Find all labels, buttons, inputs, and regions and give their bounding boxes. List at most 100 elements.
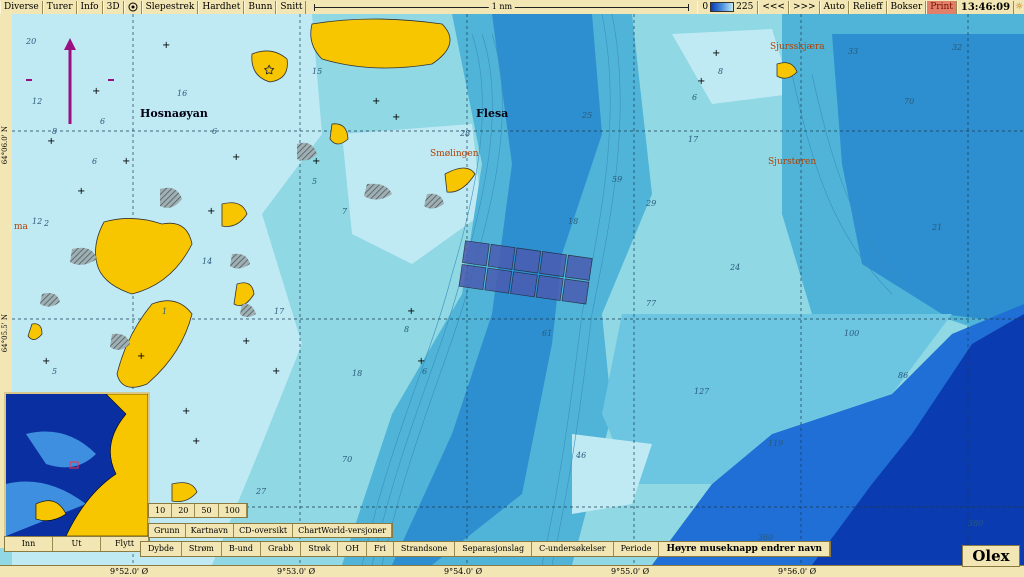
svg-text:+: +: [207, 206, 215, 217]
layer-c-undersokelser[interactable]: C-undersøkelser: [532, 542, 614, 556]
layer-dybde[interactable]: Dybde: [141, 542, 182, 556]
scale-bar: 1 nm: [312, 0, 691, 14]
menu-info[interactable]: Info: [76, 0, 103, 14]
depth-scale[interactable]: 0 225: [697, 0, 759, 14]
overview-map[interactable]: [4, 392, 150, 538]
svg-text:+: +: [417, 356, 425, 367]
layer-separasjonslag[interactable]: Separasjonslag: [455, 542, 533, 556]
sounding: 17: [688, 135, 699, 144]
sounding: 18: [352, 369, 362, 378]
zoom-in-button[interactable]: Inn: [5, 537, 53, 551]
svg-text:+: +: [392, 112, 400, 123]
relieff-button[interactable]: Relieff: [848, 0, 887, 14]
layer-grabb[interactable]: Grabb: [261, 542, 302, 556]
sounding: 8: [52, 127, 57, 136]
sounding: 14: [202, 257, 212, 266]
sounding: 70: [904, 97, 914, 106]
layer-strandsone[interactable]: Strandsone: [394, 542, 456, 556]
lon-label: 9°56.0' Ø: [778, 567, 817, 576]
star-marker-icon: ✩: [264, 63, 274, 77]
layer-cd-oversikt[interactable]: CD-oversikt: [234, 524, 294, 537]
lat-label: 64°06.0' N: [1, 126, 9, 165]
sounding: 29: [645, 199, 656, 208]
sounding: 12: [32, 217, 42, 226]
svg-text:+: +: [712, 48, 720, 59]
forward-button[interactable]: >>>: [788, 0, 820, 14]
scale-50-button[interactable]: 50: [195, 504, 219, 517]
svg-text:+: +: [192, 436, 200, 447]
tool-hardhet[interactable]: Hardhet: [198, 0, 245, 14]
bokser-button[interactable]: Bokser: [886, 0, 927, 14]
place-label: ma: [14, 222, 28, 232]
region-label: Flesa: [476, 107, 509, 120]
lon-label: 9°54.0' Ø: [444, 567, 483, 576]
layer-strom[interactable]: Strøm: [182, 542, 222, 556]
sounding: 100: [844, 329, 859, 338]
clock: 13:46:09: [956, 0, 1015, 14]
sounding: 8: [718, 67, 723, 76]
layer-b-und[interactable]: B-und: [222, 542, 261, 556]
svg-text:+: +: [42, 356, 50, 367]
back-button[interactable]: <<<: [758, 0, 789, 14]
place-label: Sjurstøren: [768, 157, 817, 167]
depth-gradient: [710, 2, 735, 12]
layer-chartworld[interactable]: ChartWorld-versjoner: [293, 524, 393, 537]
layer-bar-2: Dybde Strøm B-und Grabb Strøk OH Fri Str…: [140, 541, 832, 557]
auto-button[interactable]: Auto: [819, 0, 849, 14]
sun-icon[interactable]: ☼: [1014, 2, 1024, 12]
layer-fri[interactable]: Fri: [367, 542, 394, 556]
layer-bar-1: Grunn Kartnavn CD-oversikt ChartWorld-ve…: [148, 523, 394, 538]
hint-text: Høyre museknapp endrer navn: [659, 542, 831, 556]
scale-10-button[interactable]: 10: [149, 504, 173, 517]
longitude-ruler: 9°52.0' Ø 9°53.0' Ø 9°54.0' Ø 9°55.0' Ø …: [0, 565, 1024, 577]
svg-text:+: +: [77, 186, 85, 197]
sounding: 119: [768, 439, 783, 448]
tool-snitt[interactable]: Snitt: [276, 0, 307, 14]
sounding: 86: [898, 371, 908, 380]
sounding: 20: [25, 37, 36, 46]
layer-kartnavn[interactable]: Kartnavn: [186, 524, 235, 537]
compass-disk-icon[interactable]: [123, 0, 142, 14]
layer-strok[interactable]: Strøk: [301, 542, 339, 556]
scale-100-button[interactable]: 100: [219, 504, 247, 517]
lon-label: 9°55.0' Ø: [611, 567, 650, 576]
layer-oh[interactable]: OH: [338, 542, 367, 556]
svg-text:+: +: [697, 76, 705, 87]
sounding: 6: [422, 367, 427, 376]
zoom-out-button[interactable]: Ut: [53, 537, 101, 551]
svg-text:+: +: [182, 406, 190, 417]
sounding: 8: [404, 325, 409, 334]
scale-label: 1 nm: [488, 0, 516, 12]
svg-text:+: +: [272, 366, 280, 377]
sounding: 17: [274, 307, 285, 316]
sounding: 77: [646, 299, 657, 308]
scale-20-button[interactable]: 20: [172, 504, 196, 517]
sounding: 6: [100, 117, 105, 126]
sounding: 15: [312, 67, 322, 76]
svg-text:+: +: [372, 96, 380, 107]
layer-grunn[interactable]: Grunn: [149, 524, 186, 537]
menu-turer[interactable]: Turer: [42, 0, 77, 14]
sounding: 27: [255, 487, 267, 496]
sounding: 380: [968, 519, 983, 528]
sounding: 2: [43, 219, 49, 228]
place-label: Sjursskjæra: [770, 42, 825, 52]
sounding: 61: [542, 329, 552, 338]
lon-label: 9°52.0' Ø: [110, 567, 149, 576]
svg-text:+: +: [162, 40, 170, 51]
tool-slepestrek[interactable]: Slepestrek: [141, 0, 199, 14]
sounding: 12: [32, 97, 42, 106]
sounding: 28: [459, 129, 470, 138]
sounding: 70: [342, 455, 352, 464]
lat-label: 64°05.5' N: [1, 314, 9, 353]
menu-3d[interactable]: 3D: [102, 0, 124, 14]
scale-buttons: 10 20 50 100: [148, 503, 248, 518]
svg-text:+: +: [47, 136, 55, 147]
nautical-chart[interactable]: ✩ ++++ ++++ ++++ ++++ ++++ 20 12 16 6 8 …: [12, 14, 1024, 565]
sounding: 33: [848, 47, 858, 56]
tool-bunn[interactable]: Bunn: [244, 0, 277, 14]
print-button[interactable]: Print: [926, 0, 957, 14]
menu-diverse[interactable]: Diverse: [0, 0, 43, 14]
top-toolbar: Diverse Turer Info 3D Slepestrek Hardhet…: [0, 0, 1024, 15]
layer-periode[interactable]: Periode: [614, 542, 660, 556]
